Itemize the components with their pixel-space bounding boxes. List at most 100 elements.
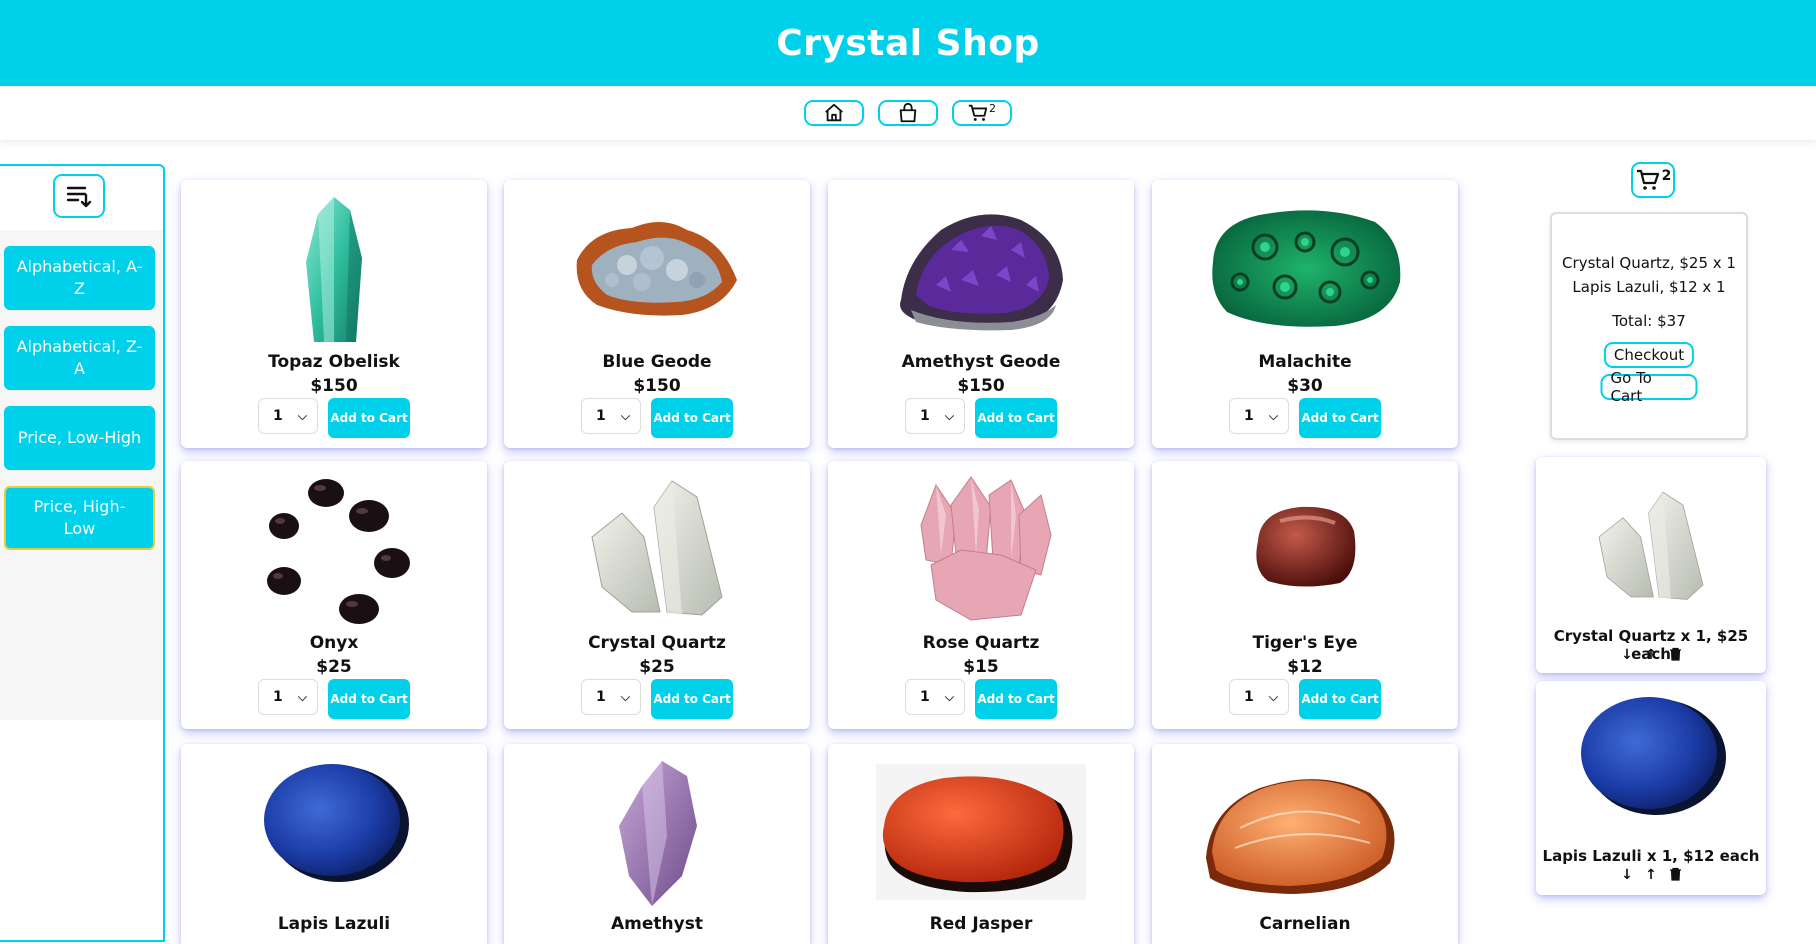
product-name: Blue Geode — [602, 352, 712, 372]
product-image-tigers-eye — [1256, 506, 1356, 587]
top-nav: 2 — [0, 86, 1816, 140]
product-card-malachite: Malachite $30 1 ⌵ Add to Cart — [1152, 180, 1458, 448]
product-card-blue-geode: Blue Geode $150 1 ⌵ Add to Cart — [504, 180, 810, 448]
move-up-icon[interactable]: ↑ — [1644, 867, 1658, 885]
add-to-cart-button[interactable]: Add to Cart — [1299, 679, 1381, 719]
product-card-topaz-obelisk: Topaz Obelisk $150 1 ⌵ Add to Cart — [181, 180, 487, 448]
product-name: Topaz Obelisk — [268, 352, 400, 372]
add-to-cart-button[interactable]: Add to Cart — [975, 679, 1057, 719]
go-to-cart-button[interactable]: Go To Cart — [1600, 369, 1698, 405]
product-card-amethyst: Amethyst — [504, 744, 810, 944]
quantity-select[interactable]: 1 ⌵ — [581, 679, 641, 715]
cart-icon — [1636, 169, 1659, 190]
product-price: $25 — [639, 657, 675, 677]
product-name: Lapis Lazuli — [277, 914, 391, 934]
quantity-select[interactable]: 1 ⌵ — [258, 679, 318, 715]
product-name: Red Jasper — [929, 914, 1033, 934]
quantity-select[interactable]: 1 ⌵ — [905, 679, 965, 715]
move-up-icon[interactable]: ↑ — [1644, 647, 1658, 665]
product-price: $30 — [1287, 376, 1323, 396]
add-to-cart-button[interactable]: Add to Cart — [328, 398, 410, 438]
product-name: Malachite — [1258, 352, 1352, 372]
sort-descending-icon — [66, 186, 92, 208]
chevron-down-icon: ⌵ — [1268, 408, 1278, 423]
app-title: Crystal Shop — [776, 22, 1040, 64]
cart-summary-line: Crystal Quartz, $25 x 1 — [1562, 254, 1736, 272]
cart-count-badge: 2 — [1661, 168, 1672, 184]
product-image-rose-quartz — [920, 476, 1052, 621]
product-price: $25 — [316, 657, 352, 677]
sort-price-low-high-button[interactable]: Price, Low-High — [4, 406, 155, 470]
chevron-down-icon: ⌵ — [944, 689, 954, 704]
product-image-topaz-obelisk — [306, 197, 362, 342]
cart-toggle-button[interactable]: 2 — [1631, 162, 1675, 198]
product-name: Carnelian — [1259, 914, 1351, 934]
add-to-cart-button[interactable]: Add to Cart — [651, 679, 733, 719]
product-image-carnelian — [1206, 779, 1395, 894]
cart-item-lapis-lazuli: Lapis Lazuli x 1, $12 each ↓ ↑ — [1536, 681, 1766, 895]
add-to-cart-button[interactable]: Add to Cart — [328, 679, 410, 719]
trash-icon[interactable] — [1668, 867, 1682, 885]
nav-cart-count: 2 — [989, 102, 996, 115]
sort-sidebar: Alphabetical, A-Z Alphabetical, Z-A Pric… — [0, 164, 165, 942]
product-card-tigers-eye: Tiger's Eye $12 1 ⌵ Add to Cart — [1152, 461, 1458, 729]
add-to-cart-button[interactable]: Add to Cart — [975, 398, 1057, 438]
cart-item-crystal-quartz: Crystal Quartz x 1, $25 each ↓ ↑ — [1536, 457, 1766, 673]
product-price: $150 — [957, 376, 1005, 396]
add-to-cart-button[interactable]: Add to Cart — [651, 398, 733, 438]
product-price: $150 — [310, 376, 358, 396]
chevron-down-icon: ⌵ — [297, 689, 307, 704]
sort-alpha-za-button[interactable]: Alphabetical, Z-A — [4, 326, 155, 390]
product-image-crystal-quartz — [591, 480, 723, 616]
product-image-malachite — [1212, 210, 1401, 327]
quantity-select[interactable]: 1 ⌵ — [581, 398, 641, 434]
nav-shop-button[interactable] — [878, 100, 938, 126]
product-name: Rose Quartz — [922, 633, 1040, 653]
cart-summary-line: Lapis Lazuli, $12 x 1 — [1572, 278, 1726, 296]
cart-item-label: Lapis Lazuli x 1, $12 each — [1542, 847, 1760, 865]
product-card-red-jasper: Red Jasper — [828, 744, 1134, 944]
quantity-select[interactable]: 1 ⌵ — [258, 398, 318, 434]
move-down-icon[interactable]: ↓ — [1620, 647, 1634, 665]
cart-total: Total: $37 — [1612, 312, 1686, 330]
product-price: $150 — [633, 376, 681, 396]
add-to-cart-button[interactable]: Add to Cart — [1299, 398, 1381, 438]
product-image-amethyst-geode — [900, 214, 1063, 331]
move-down-icon[interactable]: ↓ — [1620, 867, 1634, 885]
product-image-blue-geode — [576, 221, 737, 316]
product-card-rose-quartz: Rose Quartz $15 1 ⌵ Add to Cart — [828, 461, 1134, 729]
chevron-down-icon: ⌵ — [297, 408, 307, 423]
quantity-select[interactable]: 1 ⌵ — [1229, 679, 1289, 715]
sort-alpha-az-button[interactable]: Alphabetical, A-Z — [4, 246, 155, 310]
cart-summary-panel: Crystal Quartz, $25 x 1 Lapis Lazuli, $1… — [1550, 212, 1748, 440]
product-image-red-jasper — [876, 764, 1086, 900]
sort-price-high-low-button[interactable]: Price, High-Low — [4, 486, 155, 550]
product-name: Tiger's Eye — [1252, 633, 1358, 653]
chevron-down-icon: ⌵ — [944, 408, 954, 423]
quantity-select[interactable]: 1 ⌵ — [905, 398, 965, 434]
product-card-onyx: Onyx $25 1 ⌵ Add to Cart — [181, 461, 487, 729]
product-name: Crystal Quartz — [588, 633, 726, 653]
product-name: Onyx — [309, 633, 359, 653]
sort-toggle-button[interactable] — [53, 174, 105, 218]
product-card-lapis-lazuli: Lapis Lazuli — [181, 744, 487, 944]
trash-icon[interactable] — [1668, 647, 1682, 665]
cart-icon — [968, 104, 988, 121]
nav-cart-button[interactable]: 2 — [952, 100, 1012, 126]
product-image-lapis-lazuli — [264, 764, 409, 882]
product-name: Amethyst — [611, 914, 703, 934]
product-card-carnelian: Carnelian — [1152, 744, 1458, 944]
nav-home-button[interactable] — [804, 100, 864, 126]
product-image-amethyst — [619, 761, 697, 906]
product-image-onyx — [267, 479, 410, 624]
quantity-select[interactable]: 1 ⌵ — [1229, 398, 1289, 434]
checkout-button[interactable]: Checkout — [1603, 342, 1695, 368]
chevron-down-icon: ⌵ — [620, 689, 630, 704]
shopping-bag-icon — [899, 102, 917, 123]
cart-item-image — [1598, 491, 1704, 600]
product-card-amethyst-geode: Amethyst Geode $150 1 ⌵ Add to Cart — [828, 180, 1134, 448]
product-name: Amethyst Geode — [901, 352, 1061, 372]
cart-item-image — [1581, 697, 1726, 815]
product-price: $12 — [1287, 657, 1323, 677]
product-price: $15 — [963, 657, 999, 677]
